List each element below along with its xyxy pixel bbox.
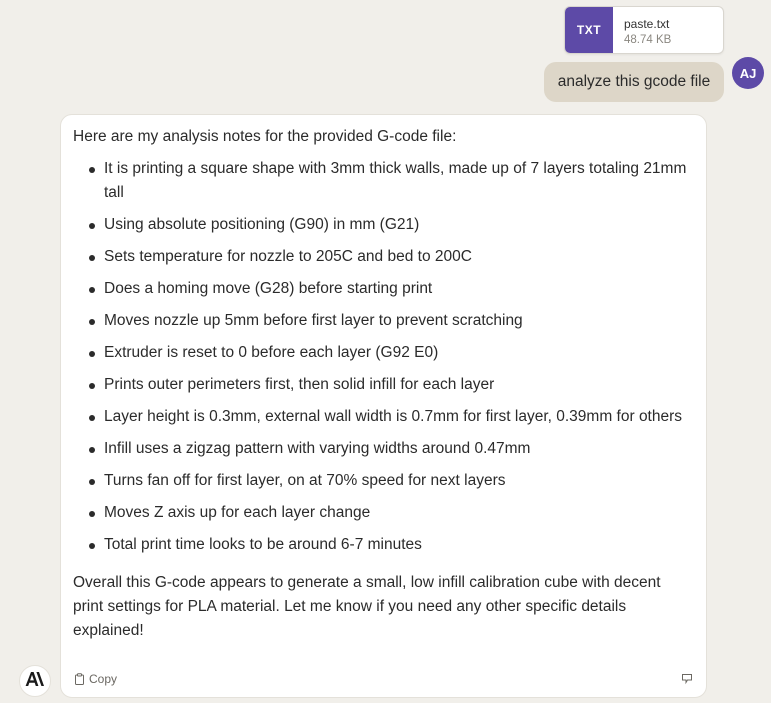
- list-item: Infill uses a zigzag pattern with varyin…: [73, 437, 694, 461]
- user-message: analyze this gcode file: [544, 62, 724, 102]
- message-actions: Copy: [74, 671, 694, 687]
- list-item-text: Moves Z axis up for each layer change: [104, 504, 371, 521]
- list-item: Using absolute positioning (G90) in mm (…: [73, 213, 694, 237]
- list-item-text: It is printing a square shape with 3mm t…: [104, 160, 687, 201]
- file-size: 48.74 KB: [624, 34, 672, 46]
- bullet-icon: [89, 223, 95, 229]
- file-name: paste.txt: [624, 17, 670, 31]
- list-item: It is printing a square shape with 3mm t…: [73, 157, 694, 205]
- bullet-icon: [89, 447, 95, 453]
- assistant-message: Here are my analysis notes for the provi…: [60, 114, 707, 698]
- assistant-summary: Overall this G-code appears to generate …: [73, 574, 661, 639]
- bullet-icon: [89, 415, 95, 421]
- list-item-text: Turns fan off for first layer, on at 70%…: [104, 472, 506, 489]
- file-attachment[interactable]: TXT paste.txt 48.74 KB: [564, 6, 724, 54]
- bullet-icon: [89, 511, 95, 517]
- thumbs-down-icon: [681, 673, 694, 685]
- list-item: Prints outer perimeters first, then soli…: [73, 373, 694, 397]
- list-item-text: Prints outer perimeters first, then soli…: [104, 376, 495, 393]
- bullet-icon: [89, 167, 95, 173]
- analysis-notes-list: It is printing a square shape with 3mm t…: [73, 157, 694, 557]
- user-avatar: AJ: [732, 57, 764, 89]
- bullet-icon: [89, 255, 95, 261]
- list-item-text: Does a homing move (G28) before starting…: [104, 280, 433, 297]
- list-item: Turns fan off for first layer, on at 70%…: [73, 469, 694, 493]
- feedback-button[interactable]: [681, 673, 694, 685]
- bullet-icon: [89, 383, 95, 389]
- list-item: Moves nozzle up 5mm before first layer t…: [73, 309, 694, 333]
- bullet-icon: [89, 287, 95, 293]
- list-item-text: Sets temperature for nozzle to 205C and …: [104, 248, 472, 265]
- anthropic-logo-icon: [25, 671, 45, 691]
- copy-button[interactable]: Copy: [74, 667, 117, 691]
- assistant-logo-avatar: [19, 665, 51, 697]
- chat-page: TXT paste.txt 48.74 KB analyze this gcod…: [0, 0, 771, 703]
- list-item-text: Total print time looks to be around 6-7 …: [104, 536, 422, 553]
- copy-label: Copy: [89, 672, 118, 686]
- assistant-intro: Here are my analysis notes for the provi…: [73, 128, 457, 145]
- list-item: Layer height is 0.3mm, external wall wid…: [73, 405, 694, 429]
- list-item: Does a homing move (G28) before starting…: [73, 277, 694, 301]
- file-meta: paste.txt 48.74 KB: [613, 7, 671, 53]
- file-type-badge: TXT: [565, 7, 613, 53]
- list-item-text: Extruder is reset to 0 before each layer…: [104, 344, 439, 361]
- list-item: Extruder is reset to 0 before each layer…: [73, 341, 694, 365]
- list-item-text: Infill uses a zigzag pattern with varyin…: [104, 440, 531, 457]
- bullet-icon: [89, 319, 95, 325]
- list-item-text: Using absolute positioning (G90) in mm (…: [104, 216, 420, 233]
- list-item: Total print time looks to be around 6-7 …: [73, 533, 694, 557]
- list-item: Moves Z axis up for each layer change: [73, 501, 694, 525]
- list-item: Sets temperature for nozzle to 205C and …: [73, 245, 694, 269]
- bullet-icon: [89, 479, 95, 485]
- bullet-icon: [89, 543, 95, 549]
- bullet-icon: [89, 351, 95, 357]
- list-item-text: Moves nozzle up 5mm before first layer t…: [104, 312, 523, 329]
- clipboard-icon: [74, 673, 85, 685]
- list-item-text: Layer height is 0.3mm, external wall wid…: [104, 408, 683, 425]
